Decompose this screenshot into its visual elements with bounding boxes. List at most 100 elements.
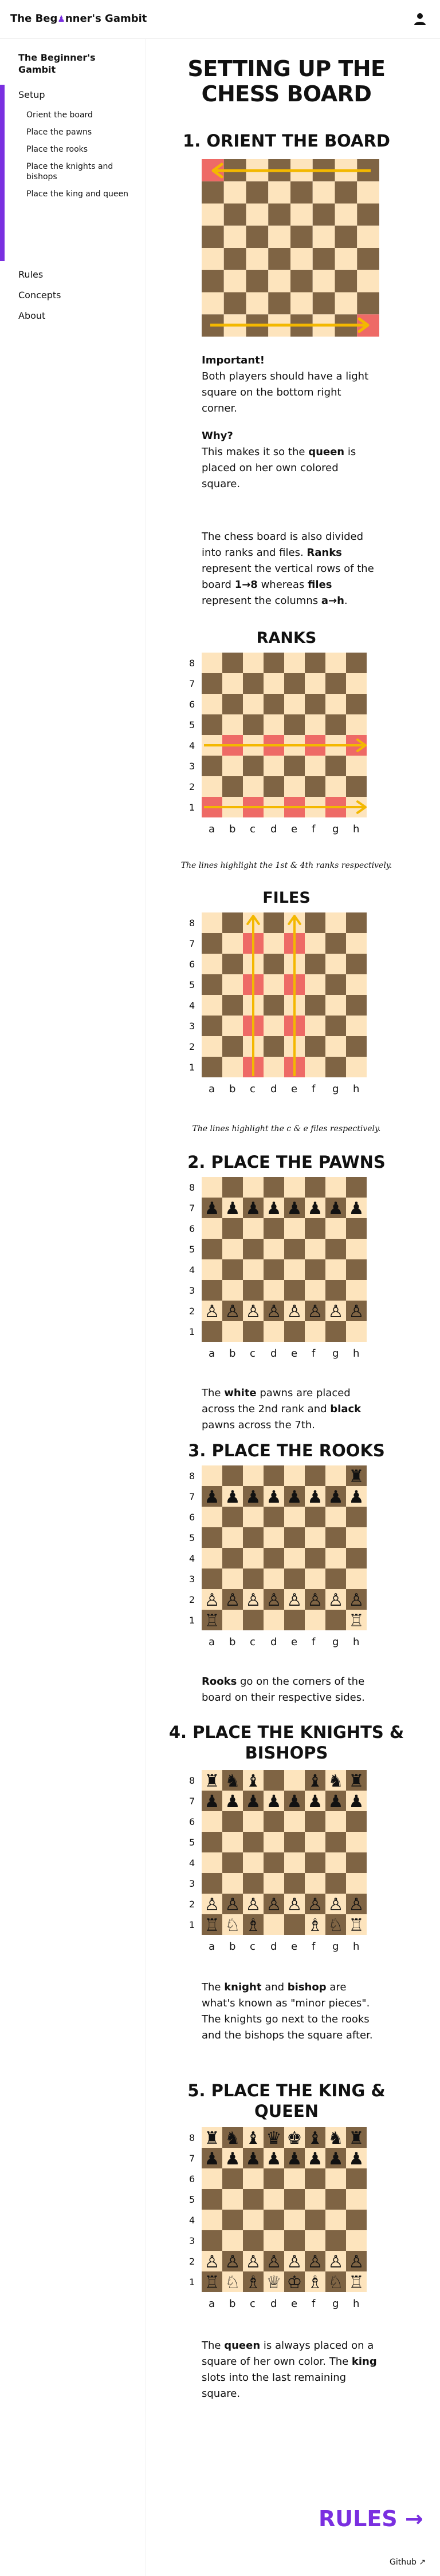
black-knight-b8: ♞: [225, 2128, 241, 2148]
square-h7: [346, 933, 367, 954]
file-label-e: e: [291, 1348, 297, 1360]
sidebar-title[interactable]: The Beginner's Gambit: [18, 52, 133, 76]
square-d5: [264, 1832, 284, 1852]
black-pawn-c7: ♟: [246, 1487, 261, 1507]
square-g7: [325, 933, 346, 954]
rank-label-4: 4: [189, 1553, 195, 1564]
square-f3: [305, 1280, 325, 1301]
white-pawn-f2: ♙: [308, 1895, 323, 1915]
subnav-place-king-queen[interactable]: Place the king and queen: [26, 185, 141, 203]
subnav-orient-the-board[interactable]: Orient the board: [26, 106, 141, 124]
white-pawn-a2: ♙: [205, 1302, 220, 1322]
square-f4: [305, 1259, 325, 1280]
white-pawn-g2: ♙: [328, 1590, 344, 1610]
square-a3: [202, 1568, 222, 1589]
file-label-d: d: [270, 823, 277, 835]
square-c6: [243, 1507, 264, 1527]
square-e5: [284, 1527, 305, 1548]
important-block: Important! Both players should have a li…: [202, 353, 379, 417]
square-a7: [202, 181, 224, 204]
square-g2: [325, 776, 346, 797]
square-c8: [243, 1177, 264, 1198]
square-h3: [346, 1280, 367, 1301]
heading-place-king-queen: 5. PLACE THE KING & QUEEN: [187, 2081, 386, 2121]
square-a4: [202, 248, 224, 270]
square-b4: [222, 995, 243, 1016]
white-pawn-g2: ♙: [328, 2252, 344, 2272]
square-f3: [305, 1873, 325, 1894]
square-d1: [264, 1914, 284, 1935]
black-rook-a8: ♜: [205, 1771, 220, 1791]
sidebar-item-about[interactable]: About: [0, 306, 146, 326]
rank-label-5: 5: [189, 720, 195, 730]
file-label-c: c: [250, 2298, 256, 2310]
square-e6: [284, 1507, 305, 1527]
github-link[interactable]: Github ↗: [390, 2558, 426, 2567]
black-pawn-b7: ♟: [225, 1487, 241, 1507]
square-a5: [202, 714, 222, 735]
rank-label-5: 5: [189, 1532, 195, 1543]
file-label-b: b: [229, 1941, 235, 1953]
sidebar-item-rules[interactable]: Rules: [0, 264, 146, 285]
files-board-diagram: 8 7 6 5 4 3 2 1 a b c d e f g h: [189, 912, 367, 1095]
square-b8: [222, 1465, 243, 1486]
square-f1: [305, 1321, 325, 1342]
black-pawn-h7: ♟: [349, 1487, 364, 1507]
square-g2: [335, 292, 358, 315]
rank-label-2: 2: [189, 1041, 195, 1052]
square-g5: [325, 1239, 346, 1259]
rank-label-2: 2: [189, 1594, 195, 1605]
square-f1: [305, 1057, 325, 1077]
square-h2: [357, 292, 379, 315]
square-f7: [312, 181, 335, 204]
subnav-place-knights-bishops[interactable]: Place the knights and bishops: [26, 158, 141, 185]
white-pawn-a2: ♙: [205, 1590, 220, 1610]
square-g5: [335, 226, 358, 248]
square-h5: [357, 226, 379, 248]
file-label-g: g: [332, 823, 339, 835]
square-f5: [305, 1239, 325, 1259]
sidebar-item-setup[interactable]: Setup: [0, 85, 146, 105]
subnav-place-the-pawns[interactable]: Place the pawns: [26, 124, 141, 141]
black-pawn-b7: ♟: [225, 2149, 241, 2169]
square-e5: [290, 226, 313, 248]
square-a2: [202, 776, 222, 797]
square-f6: [312, 203, 335, 226]
square-d2: [264, 1036, 284, 1057]
next-page-rules-link[interactable]: RULES →: [319, 2506, 423, 2531]
white-pawn-f2: ♙: [308, 2252, 323, 2272]
user-icon[interactable]: [412, 11, 427, 26]
square-c7: [243, 673, 264, 694]
sidebar-item-concepts[interactable]: Concepts: [0, 285, 146, 306]
rank-label-8: 8: [189, 658, 195, 669]
square-f6: [305, 1507, 325, 1527]
brand-text-end: nner's Gambit: [65, 13, 147, 25]
white-pawn-d2: ♙: [266, 2252, 282, 2272]
square-b8: [222, 1177, 243, 1198]
square-d6: [264, 954, 284, 974]
brand-text-start: The Beg: [10, 13, 58, 25]
square-d2: [264, 776, 284, 797]
rank-label-6: 6: [189, 1512, 195, 1523]
square-a4: [202, 1548, 222, 1568]
pawn-icon: ♟: [57, 14, 65, 24]
black-pawn-a7: ♟: [205, 1199, 220, 1219]
brand-logo[interactable]: The Beg♟nner's Gambit: [10, 13, 147, 25]
square-g5: [325, 974, 346, 995]
square-c3: [243, 2230, 264, 2251]
square-a6: [202, 1507, 222, 1527]
square-a8: [202, 912, 222, 933]
black-knight-b8: ♞: [225, 1771, 241, 1791]
black-pawn-e7: ♟: [287, 1199, 302, 1219]
square-c6: [243, 694, 264, 714]
black-pawn-a7: ♟: [205, 2149, 220, 2169]
file-label-e: e: [291, 1083, 297, 1095]
file-label-a: a: [209, 823, 215, 835]
square-e6: [284, 694, 305, 714]
square-a7: [202, 933, 222, 954]
rank-label-5: 5: [189, 1244, 195, 1255]
heading-place-rooks: 3. PLACE THE ROOKS: [188, 1441, 385, 1460]
file-label-a: a: [209, 1083, 215, 1095]
subnav-place-the-rooks[interactable]: Place the rooks: [26, 141, 141, 158]
black-knight-g8: ♞: [328, 2128, 344, 2148]
